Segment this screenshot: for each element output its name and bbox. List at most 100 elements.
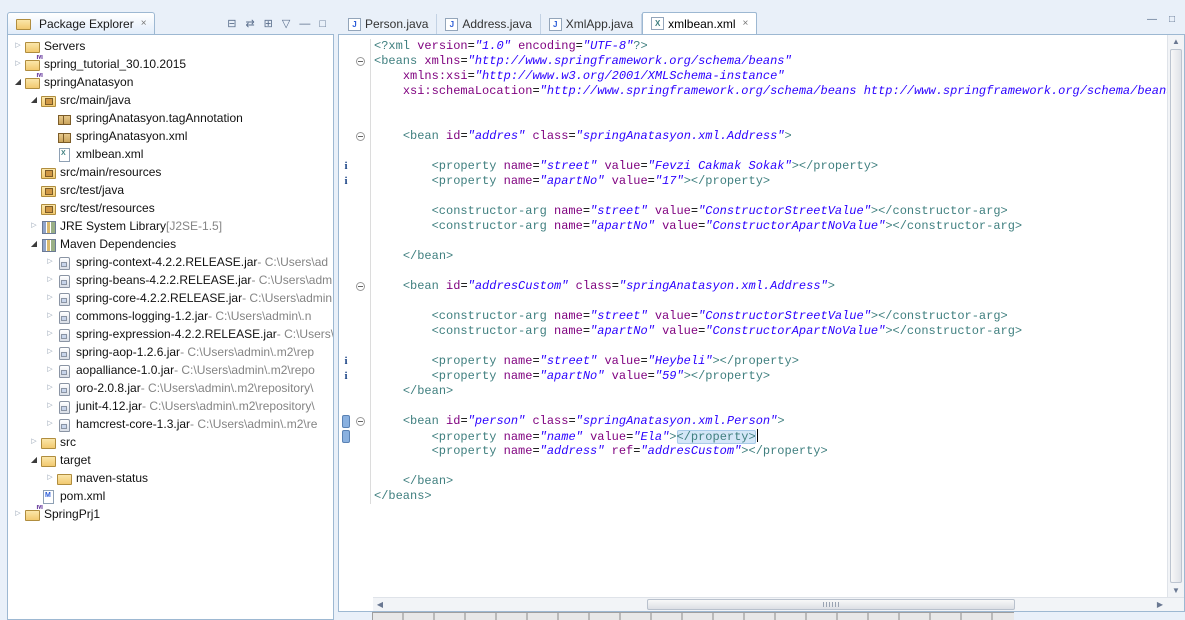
tree-item[interactable]: ▷ spring-beans-4.2.2.RELEASE.jar - C:\Use…	[8, 271, 333, 289]
tree-item[interactable]: ▷ hamcrest-core-1.3.jar - C:\Users\admin\…	[8, 415, 333, 433]
collapsed-arrow-icon[interactable]: ▷	[28, 433, 40, 451]
close-icon[interactable]: ×	[742, 18, 748, 29]
expanded-arrow-icon[interactable]: ◢	[28, 91, 40, 109]
collapsed-arrow-icon[interactable]: ▷	[44, 397, 56, 415]
tree-item[interactable]: ▷ Servers	[8, 37, 333, 55]
tree-item[interactable]: ▷ spring-core-4.2.2.RELEASE.jar - C:\User…	[8, 289, 333, 307]
expanded-arrow-icon[interactable]: ◢	[28, 451, 40, 469]
scroll-up-icon[interactable]: ▲	[1169, 35, 1183, 48]
tree-item[interactable]: ▷ junit-4.12.jar - C:\Users\admin\.m2\rep…	[8, 397, 333, 415]
code-line[interactable]: xmlns:xsi="http://www.w3.org/2001/XMLSch…	[339, 69, 1167, 84]
tree-item[interactable]: ▷ spring-context-4.2.2.RELEASE.jar - C:\U…	[8, 253, 333, 271]
editor-tab[interactable]: J Person.java	[340, 14, 438, 34]
horizontal-scrollbar-thumb[interactable]	[647, 599, 1016, 610]
package-explorer-tab[interactable]: Package Explorer ×	[7, 12, 155, 34]
collapsed-arrow-icon[interactable]: ▷	[44, 415, 56, 433]
collapsed-arrow-icon[interactable]: ▷	[28, 217, 40, 235]
code-line[interactable]: <constructor-arg name="apartNo" value="C…	[339, 219, 1167, 234]
tree-item[interactable]: ▷ spring-expression-4.2.2.RELEASE.jar - C…	[8, 325, 333, 343]
tree-item[interactable]: src/main/resources	[8, 163, 333, 181]
tree-item[interactable]: ▷ SpringPrj1	[8, 505, 333, 523]
code-line[interactable]: <property name="address" ref="addresCust…	[339, 444, 1167, 459]
editor-tab[interactable]: Xxmlbean.xml ×	[642, 12, 758, 34]
tree-item[interactable]: ▷ oro-2.0.8.jar - C:\Users\admin\.m2\repo…	[8, 379, 333, 397]
tree-item[interactable]: ▷ spring-aop-1.2.6.jar - C:\Users\admin\.…	[8, 343, 333, 361]
view-menu-icon[interactable]: ▽	[282, 19, 290, 30]
tree-item[interactable]: pom.xml	[8, 487, 333, 505]
code-line[interactable]	[339, 264, 1167, 279]
code-line[interactable]	[339, 294, 1167, 309]
code-line[interactable]: </bean>	[339, 249, 1167, 264]
code-line[interactable]: <property name="name" value="Ela"></prop…	[339, 429, 1167, 444]
collapsed-arrow-icon[interactable]: ▷	[12, 505, 24, 523]
code-line[interactable]: i <property name="street" value="Heybeli…	[339, 354, 1167, 369]
code-line[interactable]: <constructor-arg name="apartNo" value="C…	[339, 324, 1167, 339]
editor-tab[interactable]: J XmlApp.java	[541, 14, 643, 34]
code-line[interactable]: <bean id="person" class="springAnatasyon…	[339, 414, 1167, 429]
tree-item[interactable]: ◢ Maven Dependencies	[8, 235, 333, 253]
collapsed-arrow-icon[interactable]: ▷	[44, 361, 56, 379]
collapse-fold-icon[interactable]	[356, 57, 365, 66]
code-line[interactable]	[339, 144, 1167, 159]
collapsed-arrow-icon[interactable]: ▷	[44, 271, 56, 289]
tree-item[interactable]: ◢ src/main/java	[8, 91, 333, 109]
expanded-arrow-icon[interactable]: ◢	[28, 235, 40, 253]
code-line[interactable]	[339, 339, 1167, 354]
code-line[interactable]: <?xml version="1.0" encoding="UTF-8"?>	[339, 39, 1167, 54]
minimize-icon[interactable]: —	[1147, 14, 1157, 25]
horizontal-scrollbar[interactable]: ◀ ▶	[373, 597, 1184, 611]
scroll-down-icon[interactable]: ▼	[1169, 584, 1183, 597]
code-line[interactable]: </beans>	[339, 489, 1167, 504]
expanded-arrow-icon[interactable]: ◢	[12, 73, 24, 91]
tree-item[interactable]: ◢ springAnatasyon	[8, 73, 333, 91]
collapsed-arrow-icon[interactable]: ▷	[44, 289, 56, 307]
collapsed-arrow-icon[interactable]: ▷	[12, 37, 24, 55]
code-line[interactable]: i <property name="apartNo" value="59"></…	[339, 369, 1167, 384]
tree-item[interactable]: ▷ spring_tutorial_30.10.2015	[8, 55, 333, 73]
tree-item[interactable]: ▷ src	[8, 433, 333, 451]
code-line[interactable]: <constructor-arg name="street" value="Co…	[339, 204, 1167, 219]
collapse-all-icon[interactable]: ⊟	[227, 19, 236, 30]
code-line[interactable]	[339, 399, 1167, 414]
code-line[interactable]: <bean id="addres" class="springAnatasyon…	[339, 129, 1167, 144]
code-line[interactable]: i <property name="street" value="Fevzi C…	[339, 159, 1167, 174]
code-line[interactable]: </bean>	[339, 474, 1167, 489]
close-icon[interactable]: ×	[141, 18, 147, 29]
scroll-left-icon[interactable]: ◀	[373, 598, 387, 611]
code-line[interactable]	[339, 114, 1167, 129]
xml-editor[interactable]: <?xml version="1.0" encoding="UTF-8"?> <b…	[339, 35, 1167, 597]
tree-item[interactable]: ▷ JRE System Library [J2SE-1.5]	[8, 217, 333, 235]
collapsed-arrow-icon[interactable]: ▷	[44, 307, 56, 325]
tree-item[interactable]: springAnatasyon.xml	[8, 127, 333, 145]
tree-item[interactable]: src/test/resources	[8, 199, 333, 217]
vertical-scrollbar-thumb[interactable]	[1170, 49, 1182, 583]
collapsed-arrow-icon[interactable]: ▷	[44, 469, 56, 487]
collapsed-arrow-icon[interactable]: ▷	[44, 253, 56, 271]
focus-icon[interactable]: ⊞	[264, 19, 273, 30]
tree-item[interactable]: ▷ aopalliance-1.0.jar - C:\Users\admin\.m…	[8, 361, 333, 379]
tree-item[interactable]: ▷ commons-logging-1.2.jar - C:\Users\admi…	[8, 307, 333, 325]
collapsed-arrow-icon[interactable]: ▷	[44, 325, 56, 343]
tree-item[interactable]: ▷ maven-status	[8, 469, 333, 487]
code-line[interactable]: <beans xmlns="http://www.springframework…	[339, 54, 1167, 69]
tree-item[interactable]: src/test/java	[8, 181, 333, 199]
code-line[interactable]: xsi:schemaLocation="http://www.springfra…	[339, 84, 1167, 99]
scroll-right-icon[interactable]: ▶	[1153, 598, 1167, 611]
collapse-fold-icon[interactable]	[356, 417, 365, 426]
code-line[interactable]: i <property name="apartNo" value="17"></…	[339, 174, 1167, 189]
collapsed-arrow-icon[interactable]: ▷	[12, 55, 24, 73]
code-line[interactable]	[339, 189, 1167, 204]
tree-item[interactable]: springAnatasyon.tagAnnotation	[8, 109, 333, 127]
collapse-fold-icon[interactable]	[356, 282, 365, 291]
tree-item[interactable]: xmlbean.xml	[8, 145, 333, 163]
code-line[interactable]	[339, 99, 1167, 114]
code-line[interactable]	[339, 459, 1167, 474]
maximize-icon[interactable]: □	[319, 19, 326, 30]
code-line[interactable]: </bean>	[339, 384, 1167, 399]
maximize-icon[interactable]: □	[1169, 14, 1175, 25]
collapse-fold-icon[interactable]	[356, 132, 365, 141]
code-line[interactable]: <bean id="addresCustom" class="springAna…	[339, 279, 1167, 294]
collapsed-arrow-icon[interactable]: ▷	[44, 343, 56, 361]
horizontal-scrollbar-track[interactable]	[387, 598, 1153, 611]
code-line[interactable]: <constructor-arg name="street" value="Co…	[339, 309, 1167, 324]
